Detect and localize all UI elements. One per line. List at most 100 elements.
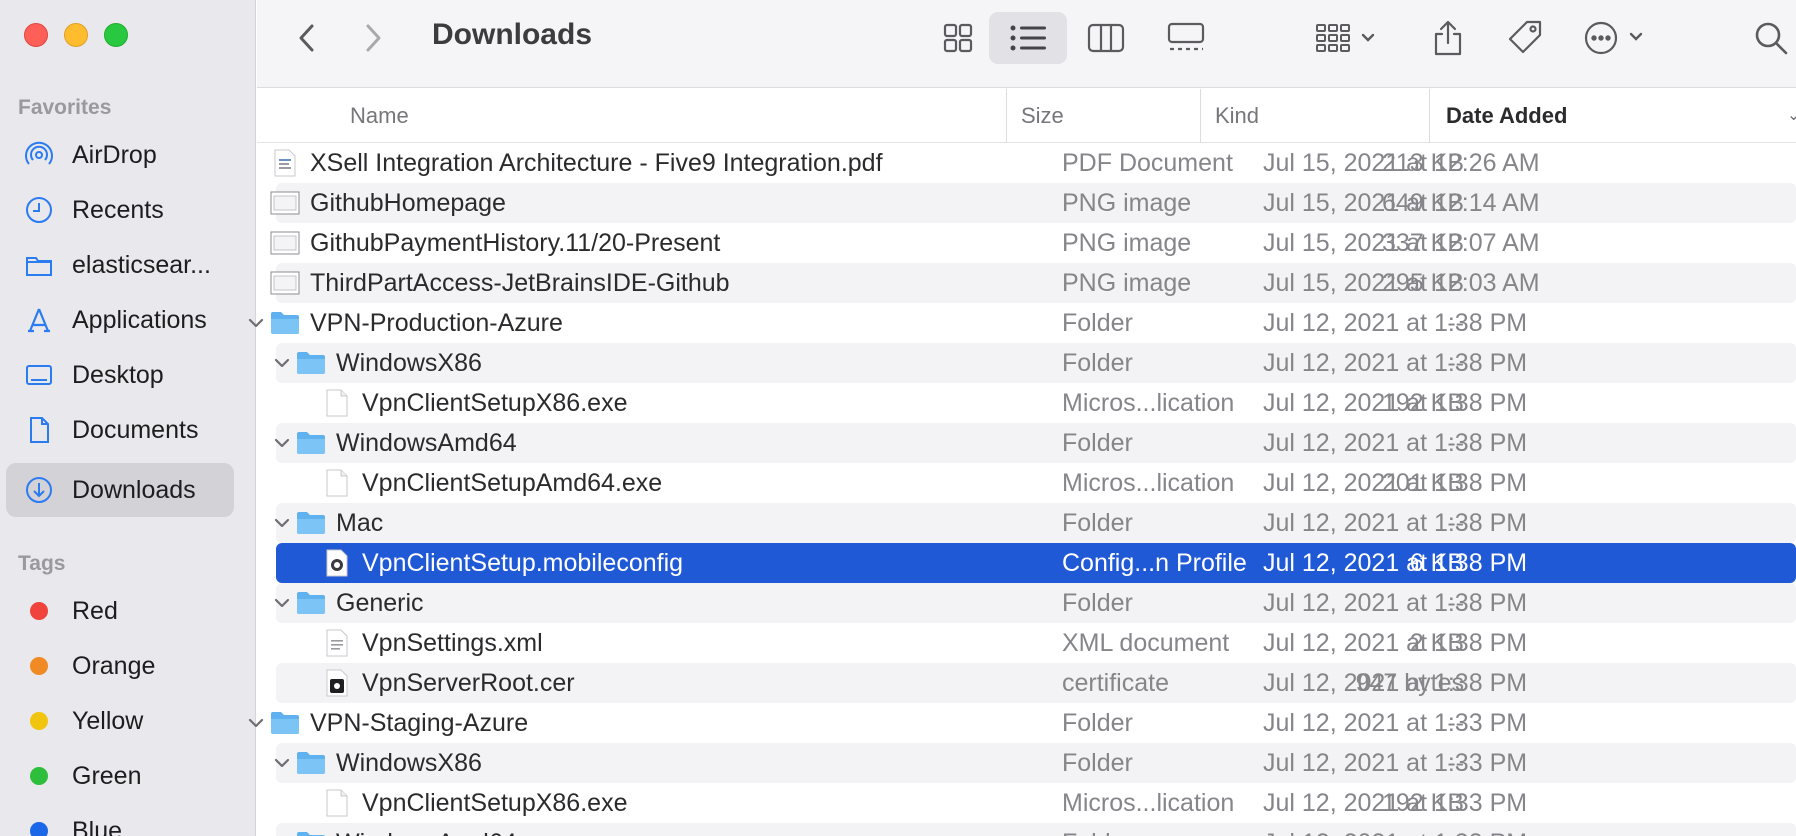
icon-view-button[interactable] [927, 12, 989, 64]
kind-cell: Micros...lication [1062, 389, 1235, 417]
file-row[interactable]: VpnClientSetupX86.exe 192 KB Micros...lica… [276, 383, 1796, 423]
folder-row[interactable]: VPN-Staging-Azure -- Folder Jul 12, 2021 at… [248, 703, 1796, 743]
config-profile-icon [322, 549, 352, 577]
column-size-header[interactable]: Size [1021, 89, 1064, 143]
sidebar-item-downloads[interactable]: Downloads [6, 463, 234, 517]
disclosure-chevron-icon[interactable] [272, 503, 292, 543]
sidebar-tag-red[interactable]: Red [6, 584, 234, 638]
folder-row[interactable]: WindowsX86 -- Folder Jul 12, 2021 at 1:38 P… [274, 343, 1796, 383]
sidebar: Favorites AirDrop Recents elasticsear...… [0, 0, 256, 836]
list-view-button[interactable] [989, 12, 1067, 64]
tag-icon [1508, 20, 1542, 54]
file-row[interactable]: VpnSettings.xml 2 KB XML document Jul 12, 2… [276, 623, 1796, 663]
sidebar-tag-blue[interactable]: Blue [6, 804, 234, 836]
forward-button[interactable] [353, 12, 393, 64]
date-added-cell: Jul 12, 2021 at 1:33 PM [1263, 709, 1528, 737]
disclosure-chevron-icon[interactable] [272, 823, 292, 836]
kind-cell: Config...n Profile [1062, 549, 1247, 577]
disclosure-chevron-icon[interactable] [272, 423, 292, 463]
kind-cell: certificate [1062, 669, 1169, 697]
group-by-button[interactable] [1307, 12, 1387, 64]
sidebar-item-label: Downloads [72, 475, 196, 504]
more-actions-button[interactable] [1577, 12, 1657, 64]
date-added-cell: Jul 12, 2021 at 1:33 PM [1263, 749, 1528, 777]
sidebar-item-elasticsearch[interactable]: elasticsear... [6, 238, 234, 292]
sidebar-item-recents[interactable]: Recents [6, 183, 234, 237]
search-button[interactable] [1751, 12, 1791, 64]
tags-button[interactable] [1497, 12, 1553, 64]
file-list: XSell Integration Architecture - Five9 I… [248, 143, 1796, 836]
folder-row[interactable]: Generic -- Folder Jul 12, 2021 at 1:38 PM [274, 583, 1796, 623]
desktop-icon [22, 358, 56, 392]
file-row[interactable]: ThirdPartAccess-JetBrainsIDE-Github 295 K… [270, 263, 1796, 303]
share-button[interactable] [1423, 12, 1473, 64]
folder-row[interactable]: VPN-Production-Azure -- Folder Jul 12, 2021… [248, 303, 1796, 343]
name-cell: GithubPaymentHistory.11/20-Present [246, 223, 720, 263]
date-added-cell: Jul 15, 2021 at 12:03 AM [1263, 269, 1540, 297]
tag-dot-icon [22, 814, 56, 836]
disclosure-chevron-icon[interactable] [246, 303, 266, 343]
date-added-cell: Jul 12, 2021 at 1:38 PM [1263, 549, 1528, 577]
file-name: WindowsX86 [336, 349, 482, 377]
sidebar-tag-yellow[interactable]: Yellow [6, 694, 234, 748]
sidebar-tag-green[interactable]: Green [6, 749, 234, 803]
file-row[interactable]: VpnClientSetupAmd64.exe 201 KB Micros...li… [276, 463, 1796, 503]
gallery-view-button[interactable] [1155, 12, 1217, 64]
date-added-cell: Jul 12, 2021 at 1:38 PM [1263, 469, 1528, 497]
file-row[interactable]: VpnServerRoot.cer 947 bytes certificate Jul… [276, 663, 1796, 703]
folder-row[interactable]: WindowsAmd64--FolderJul 12, 2021 at 1:33… [276, 823, 1796, 836]
sidebar-tag-orange[interactable]: Orange [6, 639, 234, 693]
disclosure-chevron-icon[interactable] [246, 703, 266, 743]
column-name-header[interactable]: Name [350, 89, 409, 143]
file-row[interactable]: VpnClientSetupX86.exe 192 KB Micros...lica… [276, 783, 1796, 823]
close-window-button[interactable] [24, 23, 48, 47]
date-added-cell: Jul 15, 2021 at 12:07 AM [1263, 229, 1540, 257]
date-added-cell: Jul 12, 2021 at 1:38 PM [1263, 669, 1528, 697]
list-icon [1010, 25, 1046, 51]
disclosure-chevron-icon[interactable] [272, 743, 292, 783]
folder-icon [296, 429, 326, 457]
file-row[interactable]: XSell Integration Architecture - Five9 I… [274, 143, 1796, 183]
sidebar-item-applications[interactable]: Applications [6, 293, 234, 347]
kind-cell: Folder [1062, 309, 1133, 337]
date-added-cell: Jul 12, 2021 at 1:38 PM [1263, 509, 1528, 537]
column-view-button[interactable] [1075, 12, 1137, 64]
file-row[interactable]: GithubPaymentHistory.11/20-Present 337 KB… [270, 223, 1796, 263]
file-name: VPN-Staging-Azure [310, 709, 529, 737]
sidebar-item-label: Green [72, 761, 142, 790]
favorites-section-label: Favorites [18, 96, 112, 119]
column-kind-header[interactable]: Kind [1215, 89, 1259, 143]
minimize-window-button[interactable] [64, 23, 88, 47]
xml-file-icon [322, 629, 352, 657]
name-cell: ThirdPartAccess-JetBrainsIDE-Github [246, 263, 730, 303]
name-cell: Generic [272, 583, 424, 623]
tag-dot-icon [22, 759, 56, 793]
column-divider [1200, 89, 1201, 143]
gallery-icon [1167, 22, 1205, 51]
zoom-window-button[interactable] [104, 23, 128, 47]
kind-cell: Folder [1062, 749, 1133, 777]
file-row[interactable]: GithubHomepage 649 KB PNG image Jul 15, 202… [270, 183, 1796, 223]
folder-row[interactable]: WindowsX86 -- Folder Jul 12, 2021 at 1:33 P… [274, 743, 1796, 783]
date-added-cell: Jul 12, 2021 at 1:33 PM [1263, 789, 1528, 817]
folder-row[interactable]: WindowsAmd64 -- Folder Jul 12, 2021 at 1:38… [274, 423, 1796, 463]
sidebar-item-airdrop[interactable]: AirDrop [6, 128, 234, 182]
file-row[interactable]: VpnClientSetup.mobileconfig 6 KB Config...… [276, 543, 1796, 583]
sidebar-item-documents[interactable]: Documents [6, 403, 234, 457]
toolbar: Downloads [257, 0, 1796, 88]
disclosure-chevron-icon[interactable] [272, 583, 292, 623]
name-cell: VpnClientSetup.mobileconfig [298, 543, 683, 583]
folder-row[interactable]: Mac -- Folder Jul 12, 2021 at 1:38 PM [274, 503, 1796, 543]
date-added-cell: Jul 12, 2021 at 1:38 PM [1263, 629, 1528, 657]
tags-section-label: Tags [18, 552, 66, 575]
back-button[interactable] [287, 12, 327, 64]
file-name: VpnServerRoot.cer [362, 669, 575, 697]
file-name: VPN-Production-Azure [310, 309, 563, 337]
column-date-header[interactable]: Date Added [1446, 89, 1567, 143]
disclosure-chevron-icon[interactable] [272, 343, 292, 383]
sidebar-item-desktop[interactable]: Desktop [6, 348, 234, 402]
name-cell: VpnServerRoot.cer [298, 663, 575, 703]
name-cell: GithubHomepage [246, 183, 506, 223]
kind-cell: Folder [1062, 823, 1133, 836]
applications-icon [22, 303, 56, 337]
